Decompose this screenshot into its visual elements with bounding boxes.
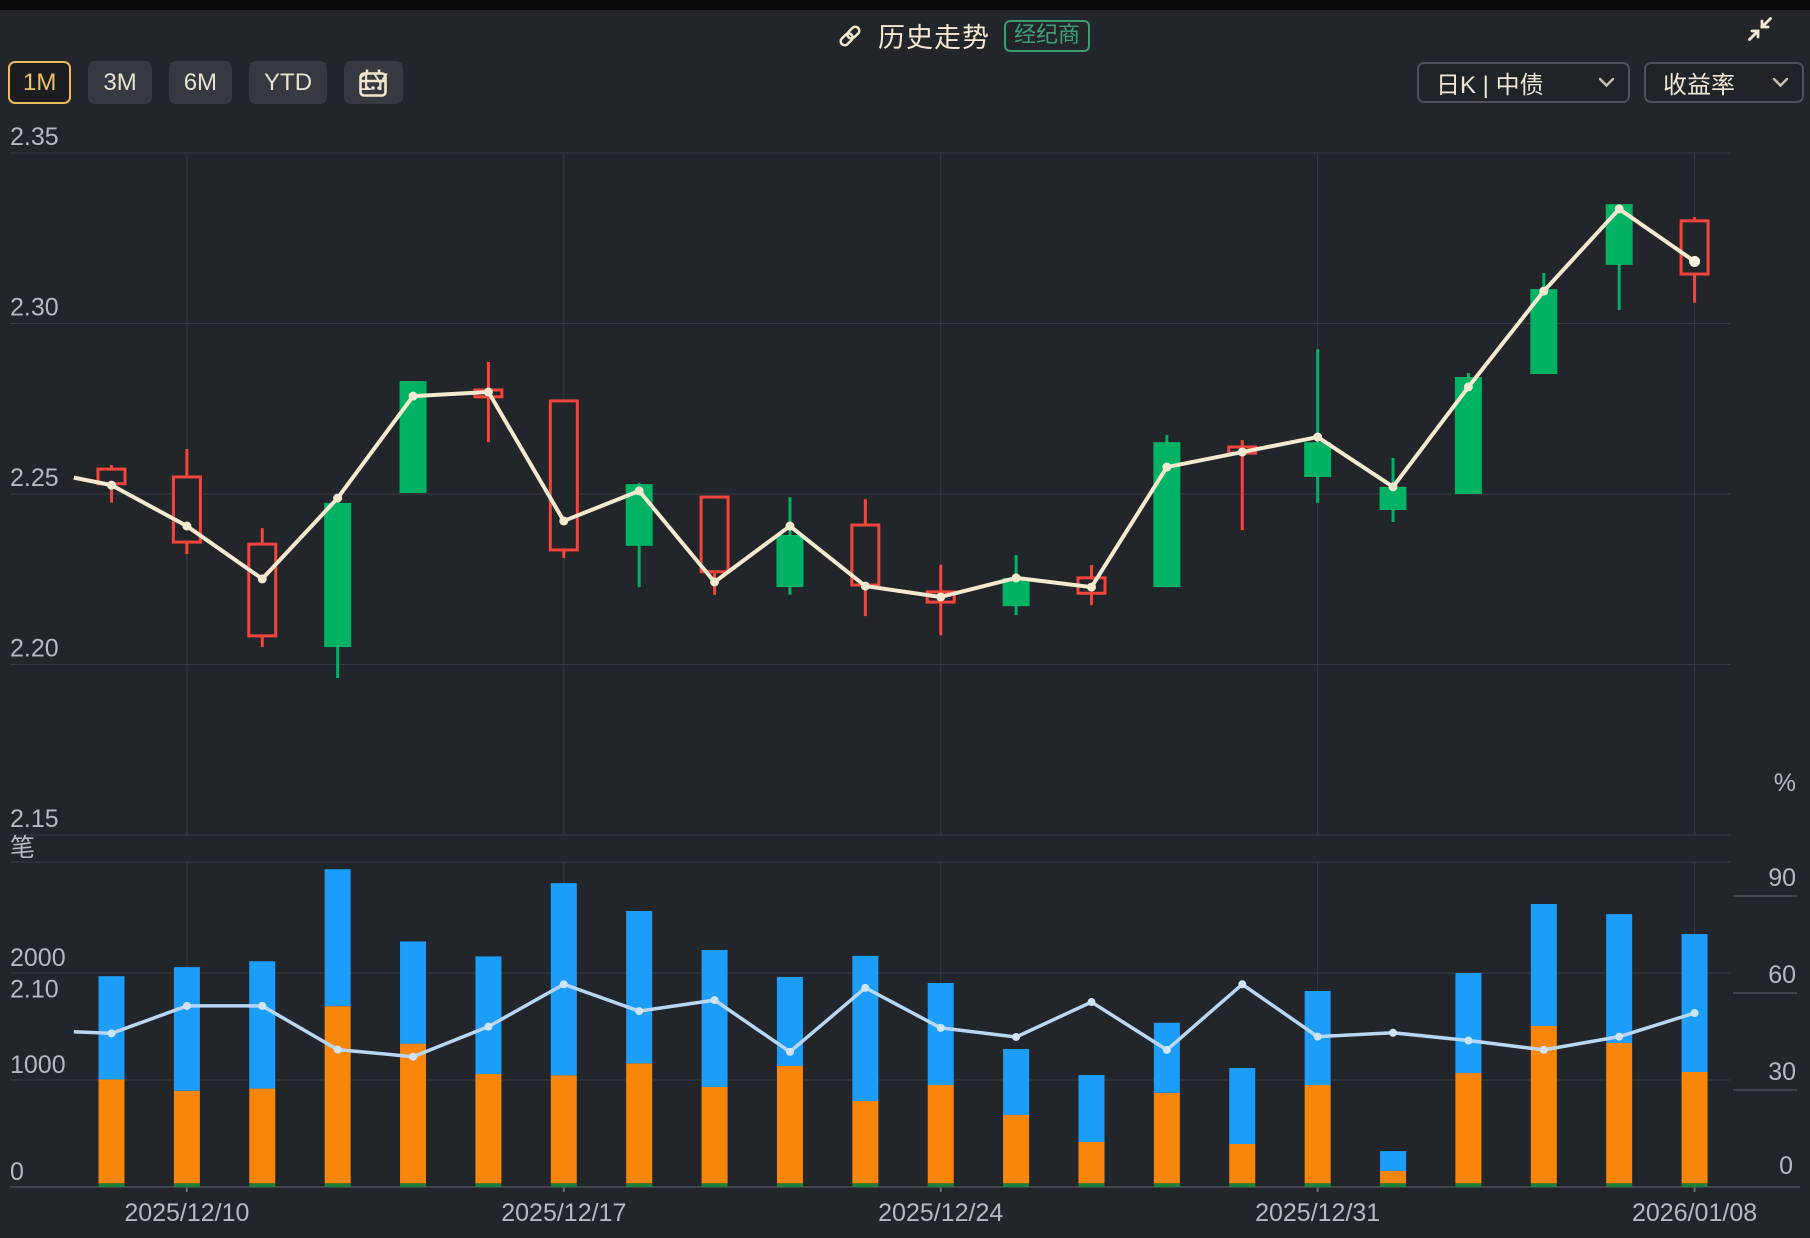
volume-bar-blue: [1003, 1049, 1029, 1115]
volume-bar-green: [626, 1183, 652, 1187]
volume-bar-blue: [400, 941, 426, 1043]
svg-text:30: 30: [1768, 1058, 1796, 1086]
volume-bar-green: [777, 1183, 803, 1187]
volume-bar-blue: [928, 983, 954, 1085]
volume-bar-blue: [475, 956, 501, 1074]
volume-bar-blue: [325, 869, 351, 1006]
svg-text:2.35: 2.35: [10, 123, 59, 151]
volume-bar-blue: [1078, 1075, 1104, 1142]
volume-bar-blue: [551, 883, 577, 1075]
candle-up: [701, 497, 728, 572]
svg-text:2025/12/17: 2025/12/17: [501, 1199, 626, 1227]
volume-bar-green: [400, 1183, 426, 1187]
candle-down: [776, 535, 803, 587]
candle-down: [1455, 377, 1482, 494]
volume-bar-orange: [400, 1044, 426, 1184]
volume-bars-layer: [98, 869, 1707, 1187]
candle-up: [249, 544, 276, 636]
volume-bar-orange: [626, 1063, 652, 1183]
volume-bar-orange: [1682, 1072, 1708, 1183]
volume-bar-orange: [249, 1089, 275, 1184]
svg-text:2000: 2000: [10, 944, 66, 972]
volume-bar-green: [98, 1183, 124, 1187]
volume-bar-green: [1003, 1183, 1029, 1187]
volume-bar-orange: [325, 1006, 351, 1183]
volume-bar-green: [1531, 1183, 1557, 1187]
volume-bar-orange: [1003, 1115, 1029, 1183]
svg-text:90: 90: [1768, 864, 1796, 892]
volume-bar-orange: [475, 1074, 501, 1183]
volume-bar-green: [1305, 1183, 1331, 1187]
svg-text:2026/01/08: 2026/01/08: [1632, 1199, 1757, 1227]
svg-text:1000: 1000: [10, 1051, 66, 1079]
volume-bar-green: [475, 1183, 501, 1187]
volume-bar-orange: [1606, 1043, 1632, 1183]
volume-bar-orange: [1229, 1144, 1255, 1183]
volume-bar-green: [551, 1183, 577, 1187]
volume-bar-blue: [1606, 914, 1632, 1043]
volume-bar-green: [1380, 1183, 1406, 1187]
svg-text:2.10: 2.10: [10, 976, 59, 1004]
price-line-layer: [74, 204, 1700, 601]
volume-bar-blue: [98, 976, 124, 1079]
volume-bar-blue: [1154, 1023, 1180, 1093]
volume-bar-blue: [702, 950, 728, 1087]
volume-bar-blue: [1229, 1068, 1255, 1144]
svg-text:0: 0: [10, 1158, 24, 1186]
history-trend-window: 历史走势 经纪商 1M 3M 6M YTD 1Y 日K |: [0, 0, 1810, 1238]
volume-bar-green: [1229, 1183, 1255, 1187]
volume-bar-green: [1078, 1183, 1104, 1187]
volume-bar-orange: [1154, 1093, 1180, 1183]
volume-bar-orange: [928, 1085, 954, 1183]
volume-bar-orange: [777, 1066, 803, 1183]
volume-bar-orange: [174, 1091, 200, 1184]
volume-bar-green: [174, 1183, 200, 1187]
svg-text:2.25: 2.25: [10, 464, 59, 492]
axis-labels-layer: 2.35 2.30 2.25 2.20 2.15 2.10 笔 2000 1000 0% 90 60 3…: [10, 123, 1796, 1227]
svg-text:2.20: 2.20: [10, 635, 59, 663]
volume-bar-blue: [1682, 934, 1708, 1072]
volume-bar-blue: [249, 961, 275, 1088]
volume-bar-green: [249, 1183, 275, 1187]
volume-bar-orange: [551, 1075, 577, 1183]
volume-bar-green: [852, 1183, 878, 1187]
volume-bar-green: [928, 1183, 954, 1187]
volume-bar-blue: [1380, 1151, 1406, 1171]
volume-bar-blue: [174, 967, 200, 1091]
volume-bar-orange: [1380, 1171, 1406, 1183]
volume-bar-green: [1606, 1183, 1632, 1187]
candle-down: [324, 503, 351, 647]
svg-text:2.30: 2.30: [10, 294, 59, 322]
volume-bar-orange: [852, 1101, 878, 1183]
percent-line-layer: [74, 980, 1699, 1060]
svg-text:2025/12/10: 2025/12/10: [124, 1199, 249, 1227]
svg-text:0: 0: [1779, 1152, 1793, 1180]
svg-text:2025/12/24: 2025/12/24: [878, 1199, 1003, 1227]
volume-bar-green: [702, 1183, 728, 1187]
volume-bar-orange: [98, 1079, 124, 1183]
volume-bar-blue: [1455, 973, 1481, 1073]
volume-bar-blue: [852, 956, 878, 1101]
volume-bar-orange: [1305, 1085, 1331, 1183]
volume-bar-green: [1682, 1183, 1708, 1187]
volume-bar-green: [1154, 1183, 1180, 1187]
svg-text:60: 60: [1768, 961, 1796, 989]
volume-bar-blue: [1531, 904, 1557, 1026]
volume-bar-orange: [702, 1087, 728, 1183]
volume-bar-orange: [1455, 1073, 1481, 1183]
candle-down: [1304, 442, 1331, 477]
volume-bar-green: [1455, 1183, 1481, 1187]
volume-bar-blue: [626, 911, 652, 1063]
candlestick-layer: [98, 204, 1708, 678]
svg-text:2.15: 2.15: [10, 805, 59, 833]
volume-bar-green: [325, 1183, 351, 1187]
history-chart[interactable]: 2.35 2.30 2.25 2.20 2.15 2.10 笔 2000 1000 0% 90 60 3…: [0, 0, 1810, 1238]
svg-text:%: %: [1774, 769, 1796, 797]
candle-up: [550, 401, 577, 550]
svg-text:笔: 笔: [10, 834, 35, 862]
volume-bar-orange: [1078, 1142, 1104, 1183]
svg-text:2025/12/31: 2025/12/31: [1255, 1199, 1380, 1227]
